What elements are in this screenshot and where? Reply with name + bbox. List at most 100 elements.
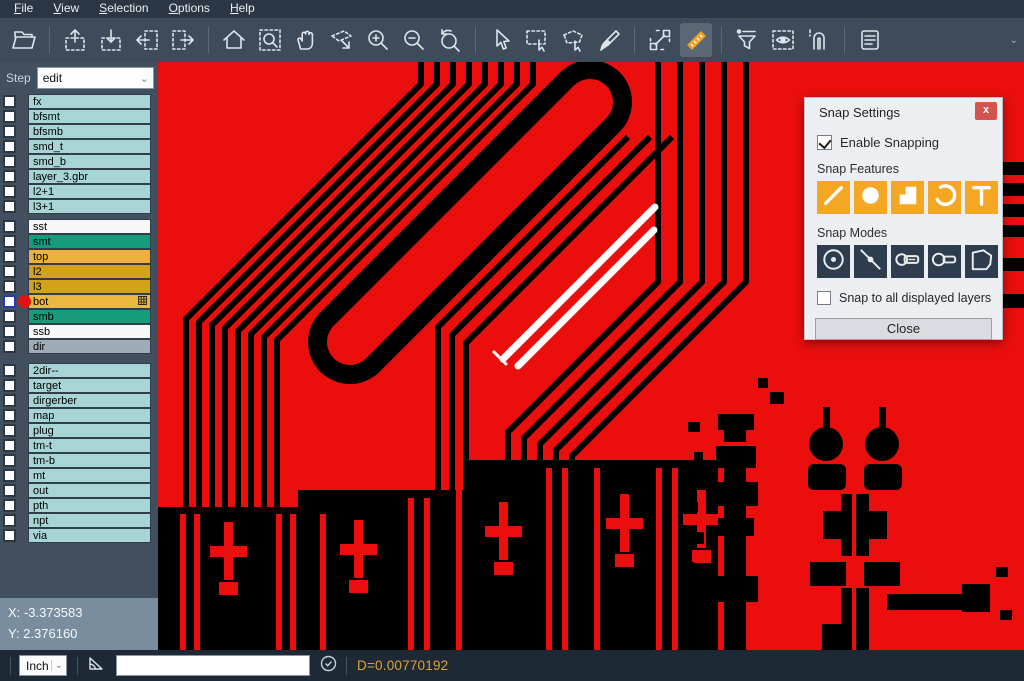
layer-row-l2[interactable]: l2 <box>0 264 158 279</box>
menu-options[interactable]: Options <box>159 0 220 18</box>
layer-row-l3+1[interactable]: l3+1 <box>0 199 158 214</box>
layer-name-label[interactable]: smt <box>28 234 151 249</box>
layer-visibility-checkbox[interactable] <box>3 439 16 452</box>
layer-visibility-checkbox[interactable] <box>3 310 16 323</box>
view-box-button[interactable] <box>767 23 799 57</box>
pad-slot-snap-button[interactable] <box>891 245 924 278</box>
line-snap-button[interactable] <box>817 181 850 214</box>
layer-visibility-checkbox[interactable] <box>3 484 16 497</box>
dialog-close-x-button[interactable]: x <box>975 102 997 120</box>
layer-name-label[interactable]: tm-b <box>28 453 151 468</box>
layer-name-label[interactable]: layer_3.gbr <box>28 169 151 184</box>
layer-visibility-checkbox[interactable] <box>3 155 16 168</box>
layer-name-label[interactable]: plug <box>28 423 151 438</box>
surface-snap-button[interactable] <box>891 181 924 214</box>
layer-visibility-checkbox[interactable] <box>3 140 16 153</box>
layer-visibility-checkbox[interactable] <box>3 280 16 293</box>
home-view-button[interactable] <box>218 23 250 57</box>
layer-name-label[interactable]: l3+1 <box>28 199 151 214</box>
layer-visibility-checkbox[interactable] <box>3 499 16 512</box>
step-select[interactable]: edit ⌄ <box>37 67 154 89</box>
text-snap-button[interactable] <box>965 181 998 214</box>
measure-line-button[interactable] <box>644 23 676 57</box>
layer-visibility-checkbox[interactable] <box>3 200 16 213</box>
layer-visibility-checkbox[interactable] <box>3 409 16 422</box>
layer-row-plug[interactable]: plug <box>0 423 158 438</box>
layer-row-sst[interactable]: sst <box>0 219 158 234</box>
layer-name-label[interactable]: l2 <box>28 264 151 279</box>
polygon-select-button[interactable] <box>557 23 589 57</box>
move-up-button[interactable] <box>59 23 91 57</box>
circle-check-icon[interactable] <box>320 655 337 677</box>
layer-row-map[interactable]: map <box>0 408 158 423</box>
move-down-button[interactable] <box>95 23 127 57</box>
layer-row-target[interactable]: target <box>0 378 158 393</box>
dialog-title-bar[interactable]: Snap Settings x <box>805 98 1002 124</box>
center-snap-button[interactable] <box>817 245 850 278</box>
layer-name-label[interactable]: out <box>28 483 151 498</box>
layer-name-label[interactable]: l2+1 <box>28 184 151 199</box>
layer-row-smd_b[interactable]: smd_b <box>0 154 158 169</box>
layer-name-label[interactable]: pth <box>28 498 151 513</box>
layer-row-tm-t[interactable]: tm-t <box>0 438 158 453</box>
layer-row-l3[interactable]: l3 <box>0 279 158 294</box>
layer-visibility-checkbox[interactable] <box>3 110 16 123</box>
layer-name-label[interactable]: bot <box>28 294 151 309</box>
menu-view[interactable]: View <box>43 0 89 18</box>
layer-visibility-checkbox[interactable] <box>3 325 16 338</box>
report-form-button[interactable] <box>854 23 886 57</box>
layer-row-pth[interactable]: pth <box>0 498 158 513</box>
layer-visibility-checkbox[interactable] <box>3 170 16 183</box>
arc-snap-button[interactable] <box>928 181 961 214</box>
layer-row-fx[interactable]: fx <box>0 94 158 109</box>
select-cursor-button[interactable] <box>485 23 517 57</box>
layer-visibility-checkbox[interactable] <box>3 340 16 353</box>
zoom-area-button[interactable] <box>326 23 358 57</box>
layer-visibility-checkbox[interactable] <box>3 454 16 467</box>
open-file-button[interactable] <box>8 23 40 57</box>
layer-row-smt[interactable]: smt <box>0 234 158 249</box>
point-on-line-snap-button[interactable] <box>854 245 887 278</box>
layer-name-label[interactable]: mt <box>28 468 151 483</box>
layer-row-npt[interactable]: npt <box>0 513 158 528</box>
layer-visibility-checkbox[interactable] <box>3 529 16 542</box>
rectangle-select-button[interactable] <box>521 23 553 57</box>
layer-name-label[interactable]: map <box>28 408 151 423</box>
layer-name-label[interactable]: fx <box>28 94 151 109</box>
layer-visibility-checkbox[interactable] <box>3 424 16 437</box>
layer-row-smd_t[interactable]: smd_t <box>0 139 158 154</box>
layer-name-label[interactable]: dir <box>28 339 151 354</box>
layer-name-label[interactable]: via <box>28 528 151 543</box>
contour-snap-button[interactable] <box>965 245 998 278</box>
menu-selection[interactable]: Selection <box>89 0 158 18</box>
layer-name-label[interactable]: smd_t <box>28 139 151 154</box>
snap-magnet-button[interactable] <box>803 23 835 57</box>
layer-row-bot[interactable]: bot <box>0 294 158 309</box>
layer-row-2dir--[interactable]: 2dir-- <box>0 363 158 378</box>
layer-row-mt[interactable]: mt <box>0 468 158 483</box>
layer-name-label[interactable]: bfsmt <box>28 109 151 124</box>
layer-visibility-checkbox[interactable] <box>3 185 16 198</box>
layer-name-label[interactable]: dirgerber <box>28 393 151 408</box>
layer-name-label[interactable]: sst <box>28 219 151 234</box>
layer-name-label[interactable]: smd_b <box>28 154 151 169</box>
layer-name-label[interactable]: target <box>28 378 151 393</box>
layer-visibility-checkbox[interactable] <box>3 394 16 407</box>
layer-visibility-checkbox[interactable] <box>3 235 16 248</box>
layer-row-layer_3.gbr[interactable]: layer_3.gbr <box>0 169 158 184</box>
layer-visibility-checkbox[interactable] <box>3 265 16 278</box>
layer-name-label[interactable]: npt <box>28 513 151 528</box>
layer-name-label[interactable]: l3 <box>28 279 151 294</box>
zoom-fit-selection-button[interactable] <box>254 23 286 57</box>
layer-visibility-checkbox[interactable] <box>3 514 16 527</box>
layer-row-bfsmt[interactable]: bfsmt <box>0 109 158 124</box>
menu-file[interactable]: File <box>4 0 43 18</box>
pan-hand-button[interactable] <box>290 23 322 57</box>
pad-snap-button[interactable] <box>854 181 887 214</box>
layer-name-label[interactable]: smb <box>28 309 151 324</box>
layer-visibility-checkbox[interactable] <box>3 220 16 233</box>
layer-row-bfsmb[interactable]: bfsmb <box>0 124 158 139</box>
layer-name-label[interactable]: bfsmb <box>28 124 151 139</box>
layer-row-via[interactable]: via <box>0 528 158 543</box>
menu-help[interactable]: Help <box>220 0 265 18</box>
